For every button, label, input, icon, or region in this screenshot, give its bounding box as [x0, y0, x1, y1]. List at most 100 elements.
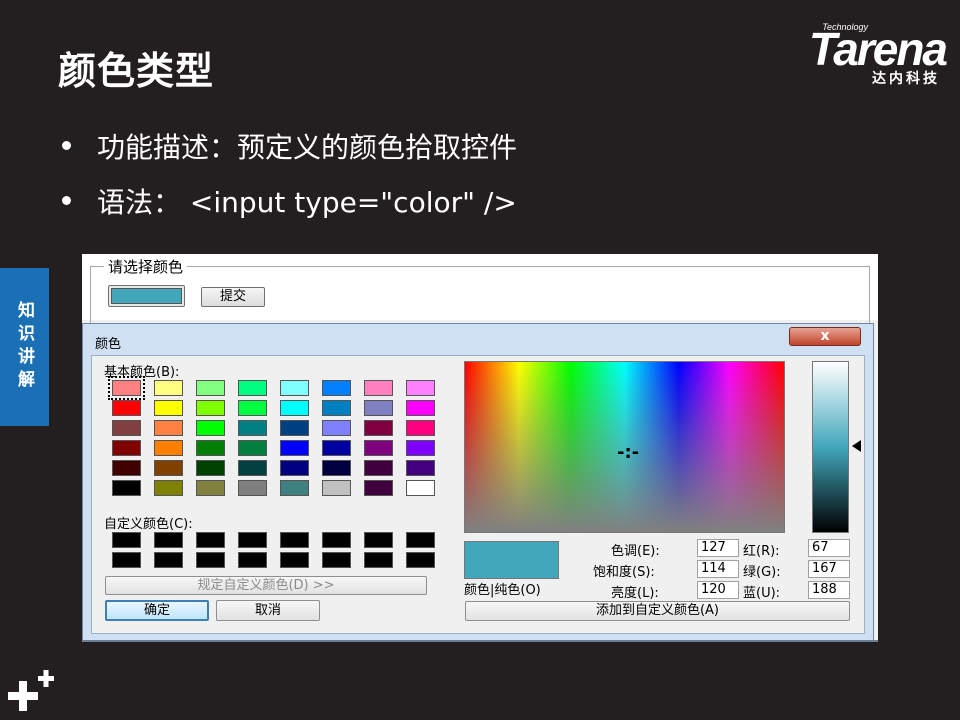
crosshair-icon: -:-: [617, 442, 640, 463]
custom-color-swatch[interactable]: [196, 552, 225, 568]
custom-color-swatch[interactable]: [154, 552, 183, 568]
basic-color-swatch[interactable]: [154, 460, 183, 476]
bullet-dot: [62, 141, 71, 150]
blue-label: 蓝(U):: [743, 586, 781, 601]
custom-color-swatch[interactable]: [322, 532, 351, 548]
basic-color-swatch[interactable]: [196, 460, 225, 476]
ok-button[interactable]: 确定: [105, 600, 209, 621]
custom-color-swatch[interactable]: [112, 552, 141, 568]
basic-color-swatch[interactable]: [322, 440, 351, 456]
basic-color-swatch[interactable]: [196, 420, 225, 436]
custom-color-swatch[interactable]: [280, 532, 309, 548]
blue-field[interactable]: 188: [808, 581, 850, 599]
green-field[interactable]: 167: [808, 560, 850, 578]
basic-color-swatch[interactable]: [322, 480, 351, 496]
custom-color-swatch[interactable]: [364, 552, 393, 568]
custom-color-swatch[interactable]: [364, 532, 393, 548]
basic-color-swatch[interactable]: [406, 480, 435, 496]
custom-color-swatch[interactable]: [238, 532, 267, 548]
basic-color-swatch[interactable]: [238, 400, 267, 416]
basic-color-swatch[interactable]: [406, 420, 435, 436]
red-field[interactable]: 67: [808, 539, 850, 557]
color-input[interactable]: [108, 285, 185, 307]
custom-color-swatch[interactable]: [322, 552, 351, 568]
basic-color-swatch[interactable]: [154, 480, 183, 496]
bullet-item: 语法： <input type="color" />: [62, 173, 517, 228]
custom-color-swatch[interactable]: [154, 532, 183, 548]
basic-color-swatch[interactable]: [196, 440, 225, 456]
basic-color-swatch[interactable]: [112, 400, 141, 416]
basic-color-swatch[interactable]: [364, 400, 393, 416]
basic-color-swatch[interactable]: [112, 480, 141, 496]
dialog-body: 基本颜色(B): 自定义颜色(C): 规定自定义颜色(D) >> 确定 取消 -…: [91, 355, 865, 634]
basic-color-swatch[interactable]: [154, 440, 183, 456]
saturation-label: 饱和度(S):: [593, 565, 655, 580]
custom-color-swatch[interactable]: [196, 532, 225, 548]
basic-color-swatch[interactable]: [364, 440, 393, 456]
basic-color-swatch[interactable]: [322, 380, 351, 396]
custom-color-swatch[interactable]: [238, 552, 267, 568]
luminance-slider[interactable]: [812, 361, 849, 533]
basic-color-swatch[interactable]: [322, 420, 351, 436]
basic-color-swatch[interactable]: [364, 480, 393, 496]
basic-color-swatch[interactable]: [280, 380, 309, 396]
add-custom-button[interactable]: 添加到自定义颜色(A): [465, 601, 850, 621]
basic-color-swatch[interactable]: [322, 460, 351, 476]
saturation-field[interactable]: 114: [697, 560, 739, 578]
basic-color-swatch[interactable]: [112, 460, 141, 476]
basic-color-swatch[interactable]: [112, 440, 141, 456]
basic-color-swatch[interactable]: [238, 480, 267, 496]
basic-color-swatch[interactable]: [154, 420, 183, 436]
cancel-button[interactable]: 取消: [216, 600, 320, 621]
custom-color-swatch[interactable]: [280, 552, 309, 568]
basic-color-swatch[interactable]: [406, 380, 435, 396]
basic-color-swatch[interactable]: [238, 420, 267, 436]
basic-color-swatch[interactable]: [108, 376, 145, 400]
custom-color-swatch[interactable]: [406, 552, 435, 568]
basic-color-swatch[interactable]: [238, 440, 267, 456]
color-preview: [464, 541, 559, 579]
basic-color-swatch[interactable]: [406, 400, 435, 416]
basic-color-swatch[interactable]: [196, 380, 225, 396]
color-input-swatch: [111, 288, 182, 304]
basic-color-swatch[interactable]: [154, 400, 183, 416]
logo-subtitle: 达内科技: [872, 71, 940, 87]
basic-color-swatch[interactable]: [196, 480, 225, 496]
basic-color-swatch[interactable]: [406, 460, 435, 476]
color-dialog: 颜色 x 基本颜色(B): 自定义颜色(C): 规定自定义颜色(D) >> 确定…: [82, 323, 874, 641]
basic-color-swatch[interactable]: [364, 380, 393, 396]
color-spectrum[interactable]: -:-: [464, 361, 785, 533]
luminance-label: 亮度(L):: [611, 586, 659, 601]
basic-color-swatch[interactable]: [280, 440, 309, 456]
basic-color-swatch[interactable]: [280, 480, 309, 496]
basic-color-swatch[interactable]: [364, 460, 393, 476]
hue-label: 色调(E):: [611, 544, 660, 559]
bullet-text: 功能描述：预定义的颜色拾取控件: [97, 130, 518, 164]
custom-color-swatch[interactable]: [406, 532, 435, 548]
bullet-list: 功能描述：预定义的颜色拾取控件 语法： <input type="color" …: [62, 118, 517, 228]
basic-color-swatch[interactable]: [364, 420, 393, 436]
basic-colors-label: 基本颜色(B):: [104, 365, 180, 380]
define-custom-button[interactable]: 规定自定义颜色(D) >>: [105, 576, 427, 595]
close-button[interactable]: x: [789, 327, 861, 346]
basic-color-swatch[interactable]: [406, 440, 435, 456]
basic-color-swatch[interactable]: [322, 400, 351, 416]
basic-color-swatch[interactable]: [238, 380, 267, 396]
basic-color-swatch[interactable]: [280, 460, 309, 476]
basic-color-swatch[interactable]: [238, 460, 267, 476]
luminance-field[interactable]: 120: [697, 581, 739, 599]
slide-title: 颜色类型: [58, 49, 215, 93]
luminance-arrow-icon[interactable]: [852, 440, 861, 452]
screenshot-panel: 请选择颜色 提交 颜色 x 基本颜色(B): 自定义颜色(C): 规定自定义颜色…: [82, 254, 878, 642]
hue-field[interactable]: 127: [697, 539, 739, 557]
basic-color-swatch[interactable]: [112, 420, 141, 436]
basic-color-swatch[interactable]: [196, 400, 225, 416]
custom-color-swatch[interactable]: [112, 532, 141, 548]
basic-color-swatch[interactable]: [280, 420, 309, 436]
basic-color-swatch[interactable]: [280, 400, 309, 416]
submit-button[interactable]: 提交: [201, 287, 265, 307]
dialog-title: 颜色: [95, 337, 122, 352]
basic-color-swatch[interactable]: [154, 380, 183, 396]
green-label: 绿(G):: [743, 565, 781, 580]
tarena-logo: Technology Tarena 达内科技: [776, 18, 948, 88]
